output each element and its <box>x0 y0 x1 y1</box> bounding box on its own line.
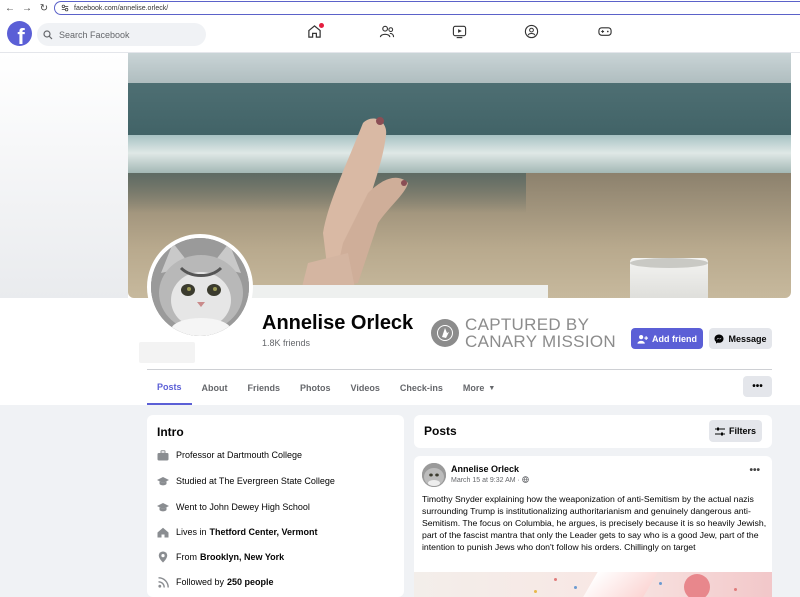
address-bar[interactable]: facebook.com/annelise.orleck/ <box>54 1 800 15</box>
post-timestamp[interactable]: March 15 at 9:32 AM · <box>451 476 529 484</box>
home-nav-icon[interactable] <box>307 23 324 44</box>
cover-side-gradient <box>0 53 128 298</box>
tab-friends[interactable]: Friends <box>238 371 291 405</box>
rss-icon <box>157 576 169 588</box>
graduation-cap-icon <box>157 475 169 487</box>
intro-card: Intro Professor at Dartmouth College Stu… <box>147 415 404 597</box>
post-author-avatar[interactable] <box>422 463 446 487</box>
post-card: Annelise Orleck March 15 at 9:32 AM · ••… <box>414 456 772 597</box>
url-text: facebook.com/annelise.orleck/ <box>74 4 169 12</box>
location-pin-icon <box>157 551 169 563</box>
sliders-icon <box>714 427 725 435</box>
caret-down-icon: ▼ <box>488 384 496 392</box>
forward-arrow-icon[interactable]: → <box>20 1 34 15</box>
site-info-icon[interactable] <box>61 4 69 12</box>
facebook-logo-icon[interactable]: f <box>7 21 32 46</box>
intro-item-work: Professor at Dartmouth College <box>157 449 302 461</box>
filters-label: Filters <box>728 426 756 436</box>
profile-avatar[interactable] <box>147 234 253 340</box>
intro-item-college: Studied at The Evergreen State College <box>157 475 335 487</box>
messenger-icon <box>714 334 724 343</box>
intro-item-high-school: Went to John Dewey High School <box>157 501 310 513</box>
notification-dot <box>319 23 324 28</box>
tab-more[interactable]: More ▼ <box>453 371 505 405</box>
browser-toolbar: ← → ↻ facebook.com/annelise.orleck/ <box>0 0 800 16</box>
search-icon <box>43 29 53 39</box>
post-image[interactable] <box>414 572 772 597</box>
add-person-icon <box>637 334 648 344</box>
profile-tabs: Posts About Friends Photos Videos Check-… <box>147 371 505 405</box>
back-arrow-icon[interactable]: ← <box>3 1 17 15</box>
filters-button[interactable]: Filters <box>709 420 762 442</box>
cover-legs-illustration <box>299 117 408 298</box>
intro-item-followers: Followed by 250 people <box>157 576 274 588</box>
posts-title: Posts <box>424 424 457 438</box>
top-header: f Search Facebook <box>0 16 800 53</box>
intro-item-from: From Brooklyn, New York <box>157 551 284 563</box>
profile-name: Annelise Orleck <box>262 312 414 334</box>
hometown-location[interactable]: Brooklyn, New York <box>200 552 284 562</box>
tab-more-label: More <box>462 383 485 393</box>
tab-photos[interactable]: Photos <box>290 371 341 405</box>
tab-posts[interactable]: Posts <box>147 371 192 405</box>
message-button[interactable]: Message <box>709 328 772 349</box>
followers-count[interactable]: 250 people <box>227 577 274 587</box>
posts-header-card: Posts Filters <box>414 415 772 448</box>
watch-nav-icon[interactable] <box>452 24 467 44</box>
search-placeholder: Search Facebook <box>59 29 130 40</box>
home-icon <box>157 526 169 538</box>
cover-mug-illustration <box>630 258 708 298</box>
redaction-box <box>139 342 195 363</box>
search-input[interactable]: Search Facebook <box>37 23 206 46</box>
canary-mission-watermark: CAPTURED BY CANARY MISSION <box>431 316 616 350</box>
profile-header: Annelise Orleck 1.8K friends CAPTURED BY… <box>0 53 800 405</box>
reload-icon[interactable]: ↻ <box>37 1 51 15</box>
add-friend-button[interactable]: Add friend <box>631 328 703 349</box>
post-author-name[interactable]: Annelise Orleck <box>451 464 519 474</box>
intro-title: Intro <box>157 425 184 439</box>
add-friend-label: Add friend <box>652 333 697 344</box>
public-globe-icon: · <box>518 476 529 484</box>
briefcase-icon <box>157 449 169 461</box>
friends-nav-icon[interactable] <box>379 24 395 44</box>
lives-in-location[interactable]: Thetford Center, Vermont <box>210 527 318 537</box>
friends-count[interactable]: 1.8K friends <box>262 338 310 348</box>
tab-videos[interactable]: Videos <box>341 371 390 405</box>
watermark-line-2: CANARY MISSION <box>465 332 616 351</box>
gaming-nav-icon[interactable] <box>597 24 613 44</box>
groups-nav-icon[interactable] <box>524 24 539 44</box>
post-body-text: Timothy Snyder explaining how the weapon… <box>422 494 767 552</box>
graduation-cap-icon <box>157 501 169 513</box>
header-divider <box>147 369 772 370</box>
tab-check-ins[interactable]: Check-ins <box>390 371 453 405</box>
message-label: Message <box>728 333 767 344</box>
intro-item-lives-in: Lives in Thetford Center, Vermont <box>157 526 318 538</box>
post-options-button[interactable]: ••• <box>749 465 760 476</box>
canary-bird-icon <box>431 319 459 347</box>
more-options-button[interactable]: ••• <box>743 376 772 397</box>
watermark-line-1: CAPTURED BY <box>465 315 590 334</box>
tab-about[interactable]: About <box>192 371 238 405</box>
